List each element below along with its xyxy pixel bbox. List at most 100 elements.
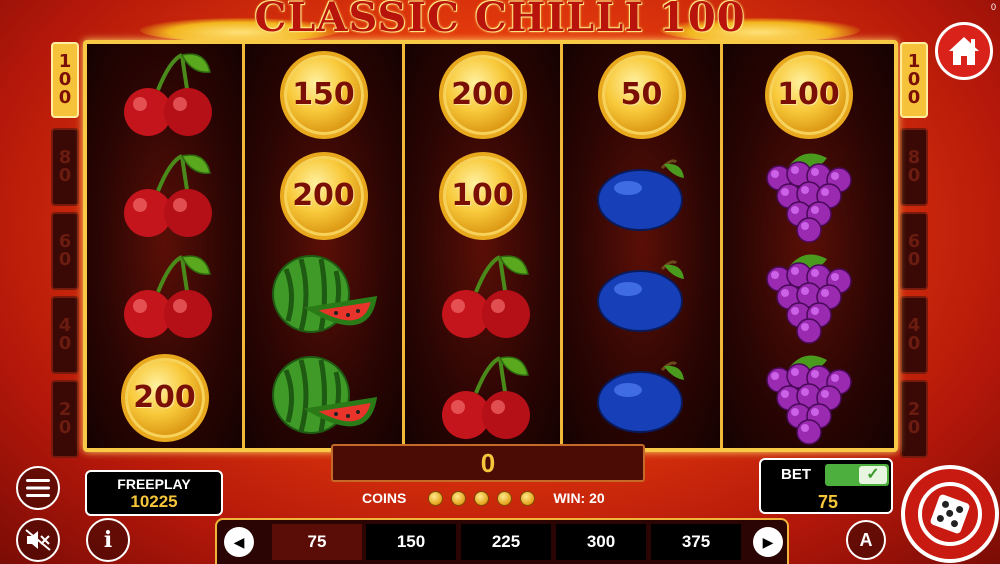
win-display: 0 — [331, 444, 645, 482]
multiplier-60: 60 — [900, 212, 928, 290]
multiplier-digit: 0 — [907, 165, 921, 186]
spin-icon — [918, 482, 982, 546]
multiplier-digit: 0 — [58, 87, 72, 108]
grapes-icon — [723, 347, 894, 448]
chevron-left-icon: ◀ — [233, 533, 245, 550]
coin-symbol: 200 — [87, 347, 242, 448]
gold-coin-icon: 50 — [597, 50, 686, 139]
gold-coin-icon: 150 — [279, 50, 368, 139]
multiplier-digit: 0 — [907, 417, 921, 438]
plum-icon — [563, 347, 720, 448]
coin-value: 50 — [620, 77, 663, 112]
multiplier-40: 40 — [900, 296, 928, 374]
bet-panel: BET ✓ 75 — [759, 458, 893, 514]
autoplay-icon: A — [859, 529, 873, 550]
freeplay-label: FREEPLAY — [117, 476, 191, 492]
multiplier-60: 60 — [51, 212, 79, 290]
cherry-icon — [405, 246, 560, 347]
coin-indicator-icon — [451, 490, 467, 506]
watermelon-icon — [245, 246, 402, 347]
reel-2: 150 200 — [245, 44, 405, 448]
bet-label: BET — [781, 466, 811, 483]
coin-symbol: 150 — [245, 44, 402, 145]
multiplier-digit: 0 — [58, 333, 72, 354]
sound-muted-icon — [25, 529, 51, 551]
win-label: WIN: 20 — [553, 490, 605, 506]
info-icon: i — [103, 527, 113, 553]
cherry-icon — [87, 44, 242, 145]
coin-indicator-icon — [497, 490, 513, 506]
home-icon — [949, 37, 979, 65]
spin-button[interactable] — [901, 465, 999, 563]
multiplier-40: 40 — [51, 296, 79, 374]
coin-indicator-icon — [520, 490, 536, 506]
reel-4: 50 — [563, 44, 723, 448]
multiplier-digit: 0 — [58, 249, 72, 270]
multiplier-digit: 0 — [58, 165, 72, 186]
coin-indicator-icon — [428, 490, 444, 506]
cherry-icon — [87, 145, 242, 246]
reel-1: 200 — [87, 44, 245, 448]
coin-value: 200 — [292, 178, 355, 213]
chevron-right-icon: ▶ — [762, 533, 774, 550]
multiplier-80: 80 — [900, 128, 928, 206]
coin-symbol: 100 — [723, 44, 894, 145]
menu-button[interactable] — [16, 466, 60, 510]
coin-symbol: 200 — [405, 44, 560, 145]
multiplier-20: 20 — [51, 380, 79, 458]
multiplier-digit: 0 — [907, 333, 921, 354]
multiplier-20: 20 — [900, 380, 928, 458]
dice-icon — [929, 493, 971, 535]
bet-option-75[interactable]: 75 — [272, 524, 362, 560]
info-button[interactable]: i — [86, 518, 130, 562]
win-value: 0 — [480, 447, 496, 478]
coin-indicator-icon — [474, 490, 490, 506]
coin-symbol: 50 — [563, 44, 720, 145]
cherry-icon — [405, 347, 560, 448]
coin-value: 200 — [133, 380, 196, 415]
reel-5: 100 — [723, 44, 894, 448]
multiplier-100: 100 — [900, 42, 928, 118]
bet-option-375[interactable]: 375 — [651, 524, 741, 560]
grapes-icon — [723, 145, 894, 246]
plum-icon — [563, 246, 720, 347]
bet-value: 75 — [817, 492, 839, 512]
reel-frame: 200 150 200 200 100 50 100 — [83, 40, 898, 452]
multiplier-80: 80 — [51, 128, 79, 206]
bet-option-300[interactable]: 300 — [556, 524, 646, 560]
coins-label: COINS — [362, 490, 407, 506]
freeplay-panel: FREEPLAY 10225 — [85, 470, 223, 516]
coin-symbol: 200 — [245, 145, 402, 246]
coin-value: 100 — [777, 77, 840, 112]
bet-option-225[interactable]: 225 — [461, 524, 551, 560]
autoplay-button[interactable]: A — [846, 520, 886, 560]
bet-toggle[interactable]: ✓ — [825, 464, 889, 486]
menu-icon — [26, 479, 50, 497]
home-button[interactable] — [935, 22, 993, 80]
coin-value: 100 — [451, 178, 514, 213]
gold-coin-icon: 100 — [438, 151, 527, 240]
reel-3: 200 100 — [405, 44, 563, 448]
game-title: CLASSIC CHILLI 100 — [254, 0, 746, 41]
watermelon-icon — [245, 347, 402, 448]
coins-row: COINS WIN: 20 — [362, 488, 605, 508]
bet-next-button[interactable]: ▶ — [753, 527, 783, 557]
multiplier-100: 100 — [51, 42, 79, 118]
coin-symbol: 100 — [405, 145, 560, 246]
coin-value: 150 — [292, 77, 355, 112]
multiplier-digit: 0 — [58, 417, 72, 438]
freeplay-value: 10225 — [130, 492, 178, 511]
multiplier-digit: 0 — [907, 87, 921, 108]
sound-button[interactable] — [16, 518, 60, 562]
cherry-icon — [87, 246, 242, 347]
coin-value: 200 — [451, 77, 514, 112]
gold-coin-icon: 100 — [764, 50, 853, 139]
gold-coin-icon: 200 — [279, 151, 368, 240]
multiplier-digit: 0 — [907, 249, 921, 270]
gold-coin-icon: 200 — [438, 50, 527, 139]
bet-prev-button[interactable]: ◀ — [224, 527, 254, 557]
grapes-icon — [723, 246, 894, 347]
bet-option-150[interactable]: 150 — [366, 524, 456, 560]
plum-icon — [563, 145, 720, 246]
gold-coin-icon: 200 — [120, 353, 209, 442]
